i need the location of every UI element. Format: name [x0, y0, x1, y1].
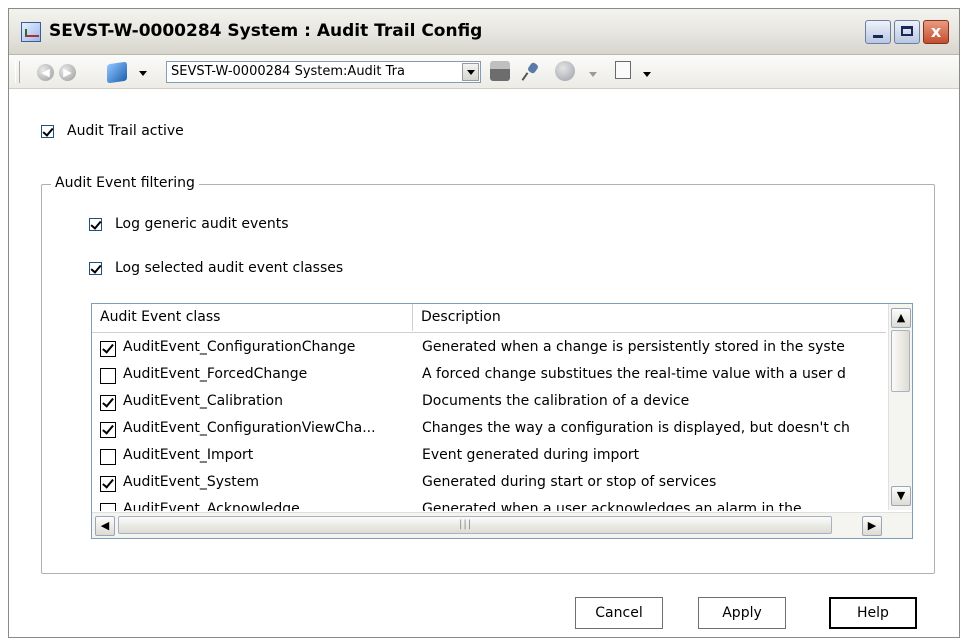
- close-icon: x: [930, 22, 942, 41]
- app-icon: [21, 22, 41, 42]
- row-checkbox[interactable]: [100, 368, 116, 384]
- row-checkbox[interactable]: [100, 503, 116, 511]
- event-class-name: AuditEvent_Import: [123, 447, 254, 463]
- address-value: SEVST-W-0000284 System:Audit Tra: [171, 64, 405, 79]
- address-combobox[interactable]: SEVST-W-0000284 System:Audit Tra: [166, 61, 481, 83]
- log-generic-events-checkbox[interactable]: [89, 218, 102, 231]
- title-bar[interactable]: SEVST-W-0000284 System : Audit Trail Con…: [9, 9, 959, 55]
- log-selected-classes-label: Log selected audit event classes: [115, 260, 344, 276]
- print-icon[interactable]: [490, 61, 510, 81]
- object-cube-icon[interactable]: [107, 61, 127, 84]
- list-item[interactable]: AuditEvent_ForcedChange A forced change s…: [92, 362, 886, 389]
- row-checkbox[interactable]: [100, 395, 116, 411]
- scroll-right-button[interactable]: ▶: [862, 516, 882, 536]
- toolbar-grip[interactable]: [15, 61, 20, 83]
- list-header: Audit Event class Description: [92, 304, 886, 333]
- horizontal-scroll-thumb[interactable]: [118, 516, 832, 534]
- check-mark-icon: [42, 125, 54, 137]
- event-class-description: A forced change substitues the real-time…: [422, 366, 846, 382]
- check-mark-icon: [102, 422, 114, 435]
- audit-event-filtering-legend: Audit Event filtering: [51, 175, 199, 191]
- vertical-scroll-thumb[interactable]: [891, 330, 910, 392]
- close-button[interactable]: x: [923, 20, 949, 44]
- navigation-toolbar: ◀ ▶ SEVST-W-0000284 System:Audit Tra: [9, 55, 959, 89]
- pin-icon[interactable]: [521, 61, 541, 81]
- scroll-up-button[interactable]: ▲: [891, 308, 911, 328]
- list-item[interactable]: AuditEvent_Acknowledge Generated when a u…: [92, 497, 886, 511]
- horizontal-scrollbar[interactable]: ◀ ▶: [92, 512, 912, 538]
- window-title: SEVST-W-0000284 System : Audit Trail Con…: [49, 21, 483, 41]
- audit-event-class-list[interactable]: Audit Event class Description AuditEvent…: [91, 303, 913, 539]
- list-item[interactable]: AuditEvent_ConfigurationViewCha... Change…: [92, 416, 886, 443]
- list-item[interactable]: AuditEvent_System Generated during start …: [92, 470, 886, 497]
- cancel-button[interactable]: Cancel: [575, 597, 663, 629]
- page-dropdown-arrow-icon[interactable]: [643, 72, 651, 77]
- row-checkbox[interactable]: [100, 449, 116, 465]
- chevron-down-icon: ▼: [896, 489, 906, 502]
- row-checkbox[interactable]: [100, 476, 116, 492]
- row-checkbox[interactable]: [100, 341, 116, 357]
- forward-arrow-icon: ▶: [63, 66, 72, 79]
- page-icon[interactable]: [615, 61, 631, 79]
- chevron-left-icon: ◀: [100, 519, 110, 532]
- check-mark-icon: [102, 476, 114, 489]
- event-class-name: AuditEvent_System: [123, 474, 260, 490]
- event-class-description: Generated when a change is persistently …: [422, 339, 845, 355]
- log-selected-classes-checkbox[interactable]: [89, 262, 102, 275]
- check-mark-icon: [102, 395, 114, 408]
- event-class-name: AuditEvent_Acknowledge: [123, 501, 300, 511]
- address-dropdown-button[interactable]: [462, 63, 479, 81]
- vertical-scrollbar[interactable]: ▲ ▼: [888, 304, 912, 510]
- maximize-button[interactable]: [894, 20, 920, 44]
- event-class-name: AuditEvent_Calibration: [123, 393, 283, 409]
- list-rows: AuditEvent_ConfigurationChange Generated …: [92, 335, 886, 511]
- row-checkbox[interactable]: [100, 422, 116, 438]
- check-mark-icon: [90, 262, 102, 274]
- object-dropdown-arrow-icon[interactable]: [139, 71, 147, 76]
- globe-icon[interactable]: [555, 61, 575, 81]
- globe-dropdown-arrow-icon[interactable]: [589, 72, 597, 77]
- back-button[interactable]: ◀: [37, 64, 54, 81]
- event-class-name: AuditEvent_ConfigurationViewCha...: [123, 420, 376, 436]
- scroll-down-button[interactable]: ▼: [891, 486, 911, 506]
- back-arrow-icon: ◀: [41, 66, 50, 79]
- audit-trail-active-label: Audit Trail active: [67, 123, 184, 139]
- scroll-left-button[interactable]: ◀: [95, 516, 115, 536]
- list-item[interactable]: AuditEvent_ConfigurationChange Generated …: [92, 335, 886, 362]
- event-class-name: AuditEvent_ConfigurationChange: [123, 339, 356, 355]
- chevron-up-icon: ▲: [896, 311, 906, 324]
- check-mark-icon: [90, 218, 102, 230]
- event-class-name: AuditEvent_ForcedChange: [123, 366, 308, 382]
- audit-trail-active-checkbox[interactable]: [41, 125, 54, 138]
- event-class-description: Changes the way a configuration is displ…: [422, 420, 850, 436]
- apply-button[interactable]: Apply: [698, 597, 786, 629]
- help-button[interactable]: Help: [829, 597, 917, 629]
- list-item[interactable]: AuditEvent_Calibration Documents the cali…: [92, 389, 886, 416]
- forward-button[interactable]: ▶: [59, 64, 76, 81]
- log-generic-events-label: Log generic audit events: [115, 216, 289, 232]
- event-class-description: Generated when a user acknowledges an al…: [422, 501, 802, 511]
- column-header-description[interactable]: Description: [413, 304, 886, 331]
- check-mark-icon: [102, 341, 114, 354]
- audit-trail-config-window: SEVST-W-0000284 System : Audit Trail Con…: [8, 8, 960, 638]
- list-item[interactable]: AuditEvent_Import Event generated during …: [92, 443, 886, 470]
- column-header-class[interactable]: Audit Event class: [92, 304, 413, 331]
- event-class-description: Documents the calibration of a device: [422, 393, 690, 409]
- event-class-description: Event generated during import: [422, 447, 640, 463]
- event-class-description: Generated during start or stop of servic…: [422, 474, 717, 490]
- chevron-right-icon: ▶: [867, 519, 877, 532]
- minimize-button[interactable]: [865, 20, 891, 44]
